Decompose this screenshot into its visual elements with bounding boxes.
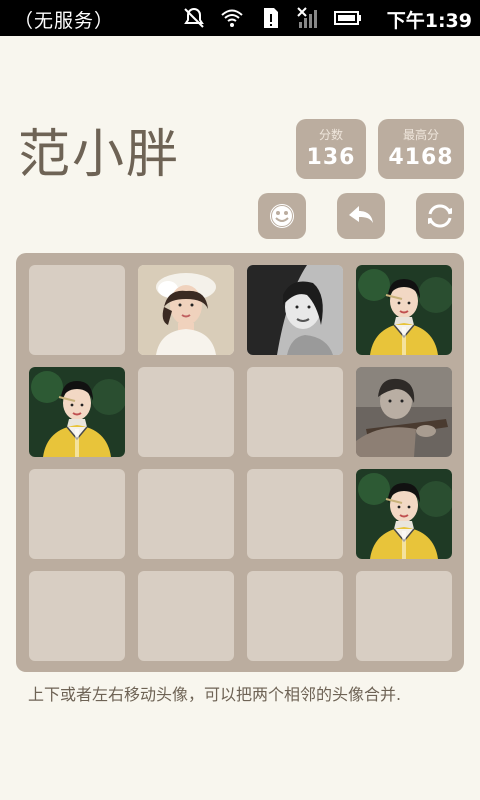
photo-woman-sepia-rifle-image bbox=[356, 367, 452, 457]
empty-cell bbox=[29, 265, 125, 355]
wifi-icon bbox=[221, 9, 243, 27]
photo-woman-yellow-dress-image bbox=[356, 265, 452, 355]
empty-cell bbox=[247, 571, 343, 661]
photo-woman-white-hat-image bbox=[138, 265, 234, 355]
status-icons bbox=[182, 6, 362, 30]
empty-cell bbox=[356, 571, 452, 661]
photo-woman-yellow-dress-image bbox=[29, 367, 125, 457]
carrier-label: （无服务） bbox=[14, 10, 115, 32]
empty-cell bbox=[247, 469, 343, 559]
instructions: 上下或者左右移动头像，可以把两个相邻的头像合并. bbox=[28, 685, 402, 704]
game-board[interactable] bbox=[16, 253, 464, 672]
photo-tile-photo-woman-sepia-rifle bbox=[356, 367, 452, 457]
best-score-box: 最高分 4168 bbox=[378, 119, 464, 179]
photo-woman-bw-portrait-image bbox=[247, 265, 343, 355]
score-box: 分数 136 bbox=[296, 119, 366, 179]
undo-icon bbox=[349, 206, 373, 223]
photo-tile-photo-woman-yellow-dress bbox=[356, 469, 452, 559]
empty-cell bbox=[138, 469, 234, 559]
best-score-label: 最高分 bbox=[402, 128, 439, 142]
no-signal-icon bbox=[297, 7, 317, 28]
empty-cell bbox=[29, 571, 125, 661]
status-bar: （无服务） 下午1:39 bbox=[0, 0, 480, 36]
photo-tile-photo-woman-yellow-dress bbox=[356, 265, 452, 355]
alarm-off-icon bbox=[184, 7, 204, 28]
sd-card-alert-icon bbox=[264, 8, 278, 28]
empty-cell bbox=[29, 469, 125, 559]
score-label: 分数 bbox=[318, 128, 343, 142]
restart-icon bbox=[428, 204, 452, 228]
photo-tile-photo-woman-yellow-dress bbox=[29, 367, 125, 457]
face-button[interactable] bbox=[258, 193, 306, 239]
app-title: 范小胖 bbox=[18, 125, 181, 185]
battery-icon bbox=[334, 11, 361, 25]
photo-tile-photo-woman-bw-portrait bbox=[247, 265, 343, 355]
photo-tile-photo-woman-white-hat bbox=[138, 265, 234, 355]
restart-button[interactable] bbox=[416, 193, 464, 239]
clock: 下午1:39 bbox=[386, 10, 472, 32]
empty-cell bbox=[138, 367, 234, 457]
photo-woman-yellow-dress-image bbox=[356, 469, 452, 559]
score-value: 136 bbox=[306, 145, 356, 170]
empty-cell bbox=[138, 571, 234, 661]
undo-button[interactable] bbox=[337, 193, 385, 239]
empty-cell bbox=[247, 367, 343, 457]
face-icon bbox=[270, 204, 294, 228]
best-score-value: 4168 bbox=[388, 145, 454, 170]
